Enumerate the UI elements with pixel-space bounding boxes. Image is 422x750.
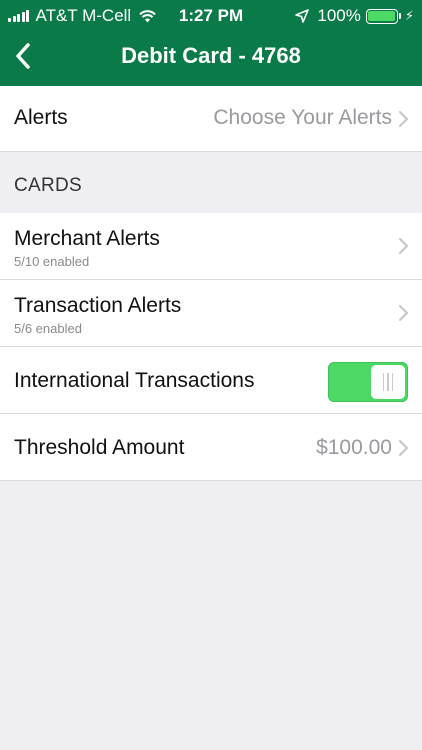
section-header-cards: CARDS bbox=[14, 175, 83, 196]
international-transactions-row: International Transactions bbox=[0, 347, 422, 414]
merchant-alerts-row[interactable]: Merchant Alerts 5/10 enabled bbox=[0, 213, 422, 280]
chevron-right-icon bbox=[398, 237, 409, 255]
transaction-alerts-row[interactable]: Transaction Alerts 5/6 enabled bbox=[0, 280, 422, 347]
nav-bar: Debit Card - 4768 bbox=[0, 30, 422, 84]
app-header: AT&T M-Cell 1:27 PM 100% ⚡ Debit Card - … bbox=[0, 0, 422, 86]
alerts-label: Alerts bbox=[14, 106, 68, 129]
chevron-right-icon bbox=[398, 110, 409, 128]
threshold-amount-value: $100.00 bbox=[316, 436, 392, 459]
alerts-row[interactable]: Alerts Choose Your Alerts bbox=[0, 86, 422, 152]
chevron-right-icon bbox=[398, 304, 409, 322]
toggle-knob[interactable] bbox=[371, 365, 405, 399]
battery-icon bbox=[365, 8, 401, 24]
alerts-value: Choose Your Alerts bbox=[213, 106, 392, 129]
page-title: Debit Card - 4768 bbox=[121, 43, 301, 68]
merchant-alerts-count: 5/10 enabled bbox=[14, 254, 90, 269]
location-arrow-icon bbox=[295, 9, 310, 23]
threshold-amount-label: Threshold Amount bbox=[14, 436, 185, 459]
international-transactions-label: International Transactions bbox=[14, 369, 255, 392]
battery-percent: 100% bbox=[317, 6, 361, 25]
threshold-amount-row[interactable]: Threshold Amount $100.00 bbox=[0, 414, 422, 481]
charging-bolt-icon: ⚡ bbox=[404, 8, 414, 23]
merchant-alerts-label: Merchant Alerts bbox=[14, 227, 160, 250]
status-bar: AT&T M-Cell 1:27 PM 100% ⚡ bbox=[0, 0, 422, 30]
chevron-right-icon bbox=[398, 439, 409, 457]
transaction-alerts-count: 5/6 enabled bbox=[14, 321, 82, 336]
transaction-alerts-label: Transaction Alerts bbox=[14, 294, 182, 317]
international-transactions-toggle[interactable] bbox=[328, 362, 408, 402]
